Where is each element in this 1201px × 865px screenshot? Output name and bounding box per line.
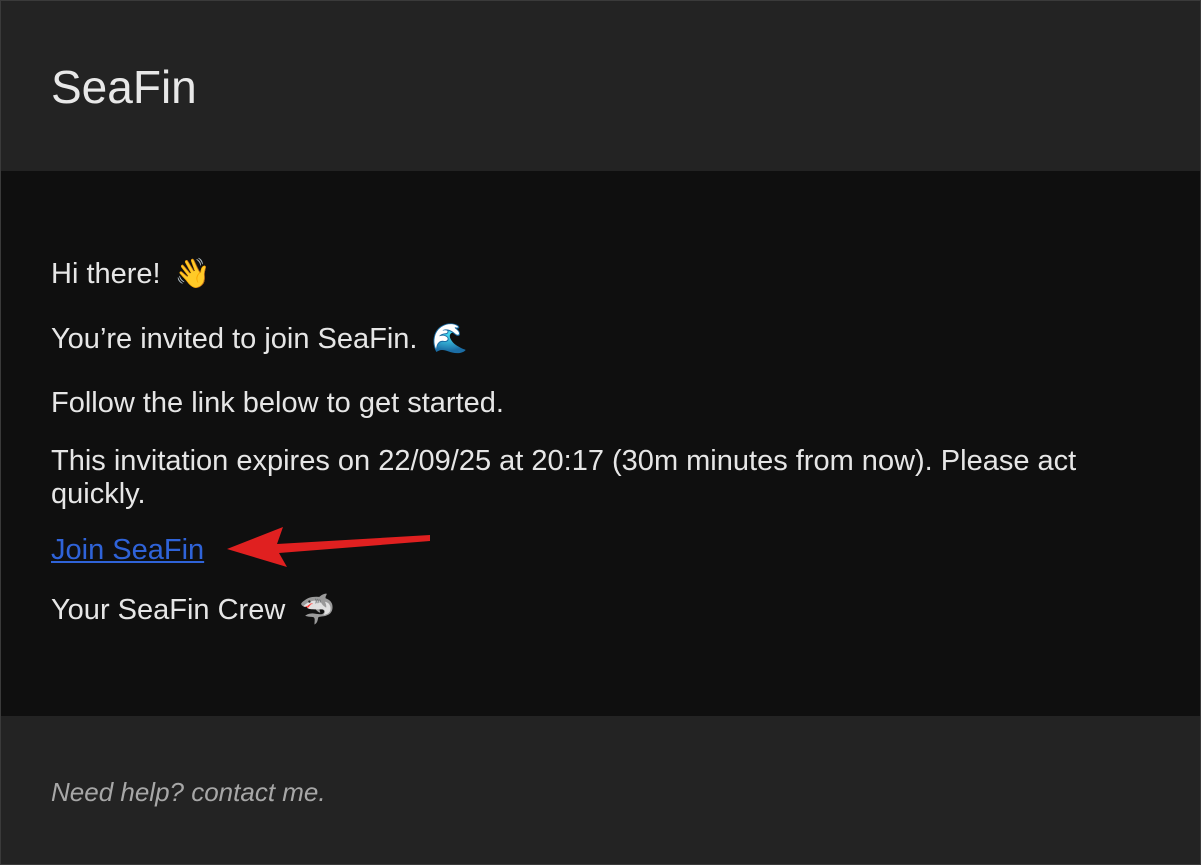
email-body: Hi there! 👋 You’re invited to join SeaFi… xyxy=(1,171,1200,716)
invite-text: You’re invited to join SeaFin. xyxy=(51,323,418,355)
instruction-text: Follow the link below to get started. xyxy=(51,387,504,419)
greeting-text: Hi there! xyxy=(51,258,161,290)
red-arrow-pointer-icon xyxy=(227,527,430,567)
signoff-line: Your SeaFin Crew 🦈 xyxy=(51,593,335,627)
email-window: SeaFin Hi there! 👋 You’re invited to joi… xyxy=(0,0,1201,865)
help-contact-link[interactable]: Need help? contact me. xyxy=(51,776,326,808)
join-seafin-link[interactable]: Join SeaFin xyxy=(51,534,204,567)
email-footer: Need help? contact me. xyxy=(1,716,1200,864)
email-header: SeaFin xyxy=(1,1,1200,171)
greeting-line: Hi there! 👋 xyxy=(51,257,211,291)
waving-hand-icon: 👋 xyxy=(174,256,211,290)
brand-title: SeaFin xyxy=(51,61,197,113)
shark-icon: 🦈 xyxy=(299,592,336,626)
invite-line: You’re invited to join SeaFin. 🌊 xyxy=(51,322,468,356)
wave-icon: 🌊 xyxy=(431,321,468,355)
signoff-text: Your SeaFin Crew xyxy=(51,594,286,626)
expiry-text: This invitation expires on 22/09/25 at 2… xyxy=(51,445,1077,510)
